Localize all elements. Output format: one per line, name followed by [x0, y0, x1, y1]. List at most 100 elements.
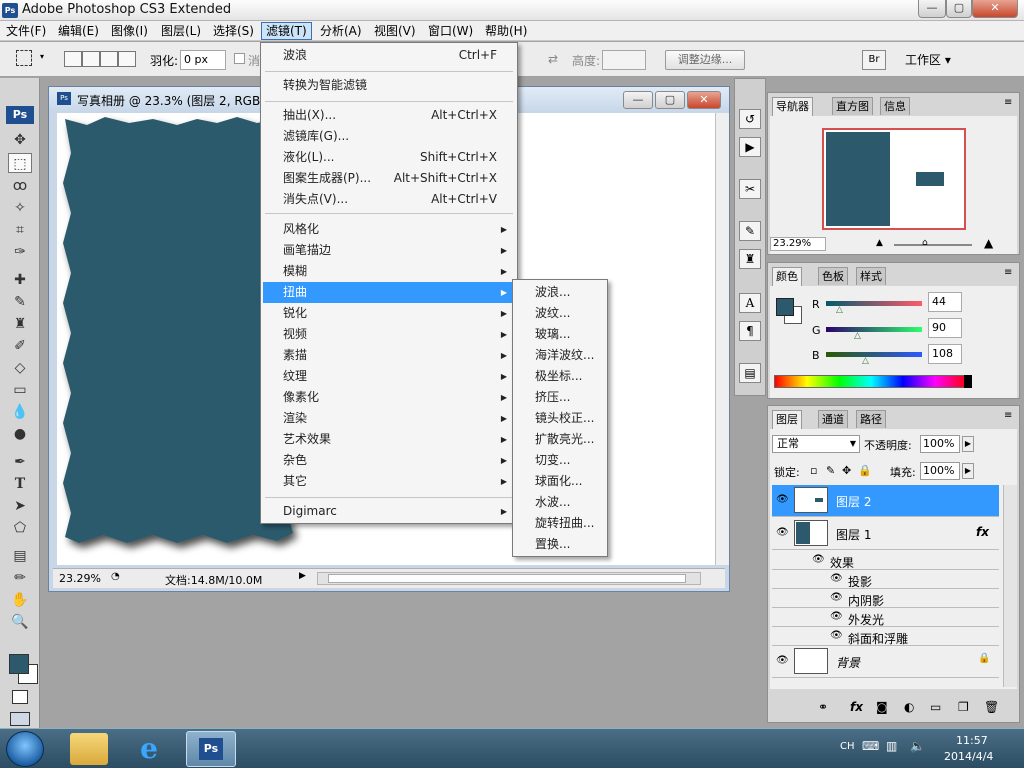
menu-edit[interactable]: 编辑(E): [54, 22, 103, 40]
menu-item-artistic[interactable]: 艺术效果 ▶: [263, 429, 515, 450]
add-selection-icon[interactable]: [82, 51, 100, 67]
tab-histogram[interactable]: 直方图: [832, 97, 873, 115]
clone-stamp-tool-icon[interactable]: ♜: [8, 314, 32, 334]
menu-analysis[interactable]: 分析(A): [316, 22, 366, 40]
menu-file[interactable]: 文件(F): [2, 22, 50, 40]
menu-item-extract[interactable]: 抽出(X)... Alt+Ctrl+X: [263, 105, 515, 126]
fill-arrow-icon[interactable]: ▶: [962, 463, 974, 479]
menu-view[interactable]: 视图(V): [370, 22, 420, 40]
lock-transparency-icon[interactable]: ▫: [810, 464, 817, 477]
intersect-selection-icon[interactable]: [118, 51, 136, 67]
fill-input[interactable]: 100%: [920, 462, 960, 480]
menu-select[interactable]: 选择(S): [209, 22, 258, 40]
menu-item-noise[interactable]: 杂色 ▶: [263, 450, 515, 471]
layer-name[interactable]: 图层 1: [836, 526, 871, 543]
tool-presets-icon[interactable]: ✂: [739, 179, 761, 199]
paragraph-panel-icon[interactable]: ¶: [739, 321, 761, 341]
scroll-thumb[interactable]: [328, 574, 686, 583]
effect-row[interactable]: 👁 内阴影: [772, 589, 999, 608]
black-swatch[interactable]: [964, 375, 972, 388]
lock-position-icon[interactable]: ✥: [842, 464, 851, 477]
zoom-slider-thumb-icon[interactable]: ⌂: [922, 238, 928, 248]
submenu-item-displace[interactable]: 置换...: [515, 534, 605, 555]
submenu-item-lens-correction[interactable]: 镜头校正...: [515, 408, 605, 429]
foreground-color-swatch[interactable]: [9, 654, 29, 674]
menu-item-last-filter[interactable]: 波浪 Ctrl+F: [263, 45, 515, 66]
b-slider-thumb-icon[interactable]: △: [862, 356, 869, 366]
layer-name[interactable]: 背景: [836, 654, 860, 671]
antialias-checkbox[interactable]: [234, 53, 245, 64]
menu-item-digimarc[interactable]: Digimarc ▶: [263, 501, 515, 522]
menu-item-sketch[interactable]: 素描 ▶: [263, 345, 515, 366]
blend-mode-select[interactable]: 正常 ▼: [772, 435, 860, 453]
tool-preset-chevron-icon[interactable]: ▾: [40, 52, 44, 61]
layer-row-background[interactable]: 👁 背景 🔒: [772, 646, 999, 678]
zoom-out-icon[interactable]: ▲: [876, 238, 883, 248]
menu-item-brush-strokes[interactable]: 画笔描边 ▶: [263, 240, 515, 261]
navigator-thumbnail[interactable]: [822, 128, 966, 230]
new-group-icon[interactable]: ▭: [930, 700, 941, 714]
bridge-icon[interactable]: Br: [862, 50, 886, 70]
submenu-item-diffuse-glow[interactable]: 扩散亮光...: [515, 429, 605, 450]
menu-filter[interactable]: 滤镜(T): [261, 22, 312, 40]
eye-icon[interactable]: 👁: [830, 573, 843, 584]
panel-menu-icon[interactable]: ≡: [1004, 410, 1012, 421]
b-slider[interactable]: [826, 352, 922, 357]
eye-icon[interactable]: 👁: [830, 611, 843, 622]
eye-icon[interactable]: 👁: [830, 630, 843, 641]
photoshop-taskbar-button[interactable]: Ps: [186, 731, 236, 767]
menu-image[interactable]: 图像(I): [107, 22, 152, 40]
menu-item-stylize[interactable]: 风格化 ▶: [263, 219, 515, 240]
horizontal-scrollbar[interactable]: [317, 572, 701, 585]
effects-row[interactable]: 👁 效果: [772, 551, 999, 570]
fx-icon[interactable]: fx: [976, 525, 989, 539]
adjustment-layer-icon[interactable]: ◐: [904, 700, 914, 714]
link-layers-icon[interactable]: ⚭: [818, 700, 828, 714]
zoom-slider[interactable]: [894, 244, 972, 246]
brushes-panel-icon[interactable]: ✎: [739, 221, 761, 241]
g-slider[interactable]: [826, 327, 922, 332]
actions-panel-icon[interactable]: ▶: [739, 137, 761, 157]
menu-item-video[interactable]: 视频 ▶: [263, 324, 515, 345]
layer-comps-icon[interactable]: ▤: [739, 363, 761, 383]
zoom-in-icon[interactable]: ▲: [984, 236, 993, 250]
brush-tool-icon[interactable]: ✎: [8, 292, 32, 312]
menu-layer[interactable]: 图层(L): [157, 22, 205, 40]
marquee-tool-icon[interactable]: ⬚: [8, 153, 32, 173]
submenu-item-polar-coordinates[interactable]: 极坐标...: [515, 366, 605, 387]
menu-item-convert-smart-filter[interactable]: 转换为智能滤镜: [263, 75, 515, 96]
screen-mode-icon[interactable]: [10, 712, 30, 726]
pen-tool-icon[interactable]: ✒: [8, 452, 32, 472]
tab-color[interactable]: 颜色: [772, 267, 802, 286]
doc-close-button[interactable]: ✕: [687, 91, 721, 109]
menu-item-sharpen[interactable]: 锐化 ▶: [263, 303, 515, 324]
menu-item-distort[interactable]: 扭曲 ▶: [263, 282, 515, 303]
opacity-arrow-icon[interactable]: ▶: [962, 436, 974, 452]
maximize-button[interactable]: ▢: [946, 0, 972, 18]
tab-channels[interactable]: 通道: [818, 410, 848, 428]
panel-menu-icon[interactable]: ≡: [1004, 267, 1012, 278]
close-button[interactable]: ✕: [972, 0, 1018, 18]
marquee-tool-icon[interactable]: [16, 50, 32, 66]
lock-pixels-icon[interactable]: ✎: [826, 464, 835, 477]
layer-row-layer2[interactable]: 👁 图层 2: [772, 485, 999, 517]
path-selection-tool-icon[interactable]: ➤: [8, 496, 32, 516]
lasso-tool-icon[interactable]: ꝏ: [8, 176, 32, 196]
menu-item-vanishing-point[interactable]: 消失点(V)... Alt+Ctrl+V: [263, 189, 515, 210]
g-input[interactable]: 90: [928, 318, 962, 338]
eye-icon[interactable]: 👁: [776, 655, 789, 666]
submenu-item-spherize[interactable]: 球面化...: [515, 471, 605, 492]
menu-item-pixelate[interactable]: 像素化 ▶: [263, 387, 515, 408]
menu-window[interactable]: 窗口(W): [424, 22, 477, 40]
submenu-item-twirl[interactable]: 旋转扭曲...: [515, 513, 605, 534]
submenu-item-zigzag[interactable]: 水波...: [515, 492, 605, 513]
clone-source-icon[interactable]: ♜: [739, 249, 761, 269]
start-button[interactable]: [6, 731, 44, 767]
add-mask-icon[interactable]: ◙: [876, 700, 888, 714]
zoom-tool-icon[interactable]: 🔍: [8, 612, 32, 632]
clock-time[interactable]: 11:57: [956, 734, 988, 747]
effect-row[interactable]: 👁 投影: [772, 570, 999, 589]
color-spectrum-ramp[interactable]: [774, 375, 968, 388]
network-icon[interactable]: ▥: [886, 739, 897, 753]
menu-item-other[interactable]: 其它 ▶: [263, 471, 515, 492]
